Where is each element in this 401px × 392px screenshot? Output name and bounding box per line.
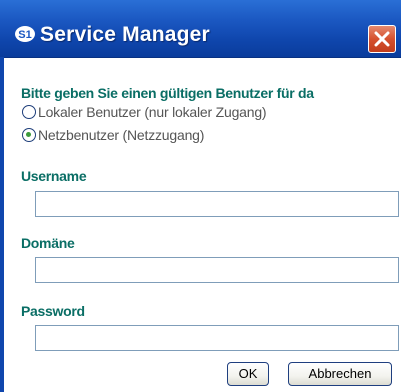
radio-label-local-user: Lokaler Benutzer (nur lokaler Zugang) bbox=[38, 104, 267, 120]
instruction-text: Bitte geben Sie einen gültigen Benutzer … bbox=[21, 85, 314, 101]
close-button[interactable] bbox=[368, 25, 396, 53]
service-manager-logo-icon: S1 bbox=[15, 26, 35, 42]
username-field[interactable] bbox=[35, 191, 399, 217]
radio-label-network-user: Netzbenutzer (Netzzugang) bbox=[38, 127, 205, 143]
radio-network-user[interactable]: Netzbenutzer (Netzzugang) bbox=[22, 125, 204, 145]
service-manager-dialog: S1 Service Manager Bitte geben Sie einen… bbox=[0, 0, 401, 392]
window-title: Service Manager bbox=[40, 23, 210, 46]
radio-button-unchecked[interactable] bbox=[22, 105, 36, 119]
domain-label: Domäne bbox=[21, 235, 75, 251]
title-bar[interactable]: S1 Service Manager bbox=[0, 0, 401, 58]
ok-button[interactable]: OK bbox=[227, 362, 269, 386]
username-label: Username bbox=[21, 168, 87, 184]
radio-local-user[interactable]: Lokaler Benutzer (nur lokaler Zugang) bbox=[22, 102, 267, 122]
svg-text:S1: S1 bbox=[18, 29, 31, 41]
cancel-button[interactable]: Abbrechen bbox=[288, 362, 392, 386]
window-left-border bbox=[0, 57, 4, 392]
password-field[interactable] bbox=[35, 325, 399, 351]
radio-button-checked[interactable] bbox=[22, 128, 36, 142]
domain-field[interactable] bbox=[35, 257, 399, 283]
password-label: Password bbox=[21, 303, 85, 319]
close-icon bbox=[374, 31, 390, 47]
